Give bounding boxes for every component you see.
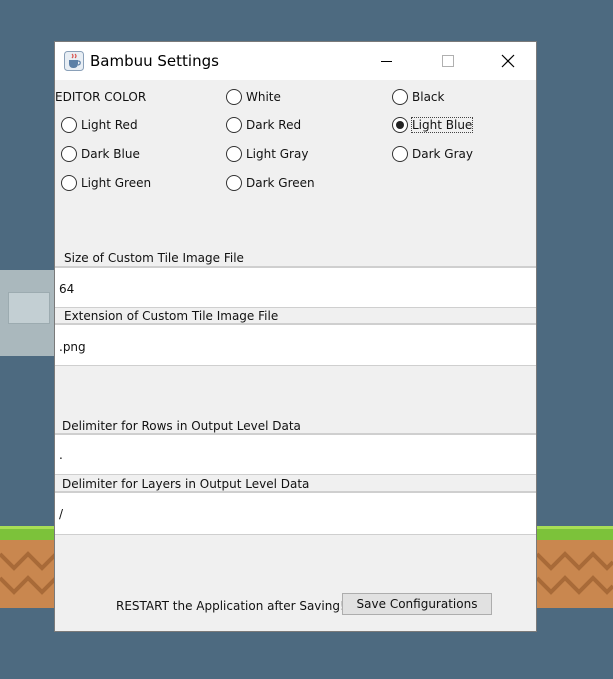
radio-label: Dark Green — [246, 176, 315, 190]
title-bar[interactable]: Bambuu Settings — [55, 42, 536, 80]
minimize-button[interactable] — [365, 42, 411, 80]
tile-extension-value: .png — [59, 340, 86, 354]
row-delimiter-field[interactable]: . — [55, 433, 536, 475]
tile-extension-label: Extension of Custom Tile Image File — [64, 309, 279, 323]
radio-circle — [61, 117, 77, 133]
layer-delimiter-field[interactable]: / — [55, 491, 536, 535]
radio-circle — [61, 146, 77, 162]
radio-circle — [226, 175, 242, 191]
background-block-tile — [0, 270, 56, 356]
radio-label: Black — [412, 90, 445, 104]
radio-circle — [226, 146, 242, 162]
tile-extension-field[interactable]: .png — [55, 323, 536, 366]
close-button[interactable] — [485, 42, 531, 80]
editor-color-heading: EDITOR COLOR — [55, 90, 147, 104]
settings-window: Bambuu Settings EDITOR COLOR White Black… — [54, 41, 537, 632]
restart-note: RESTART the Application after Saving! — [116, 599, 345, 613]
tile-size-label: Size of Custom Tile Image File — [64, 251, 244, 265]
radio-label: Light Red — [81, 118, 138, 132]
row-delimiter-value: . — [59, 448, 63, 462]
radio-label: Dark Red — [246, 118, 302, 132]
background-ground-left — [0, 526, 56, 608]
radio-label: Light Blue — [410, 117, 474, 133]
radio-selected-dot — [396, 121, 404, 129]
radio-label: Light Gray — [246, 147, 309, 161]
radio-label: Dark Blue — [81, 147, 140, 161]
background-ground-right — [537, 526, 613, 608]
radio-circle — [226, 89, 242, 105]
close-icon — [501, 54, 515, 68]
save-configurations-button[interactable]: Save Configurations — [342, 593, 492, 615]
layer-delimiter-value: / — [59, 507, 64, 521]
java-cup-icon — [64, 51, 84, 71]
radio-label: Dark Gray — [412, 147, 473, 161]
maximize-icon — [442, 55, 454, 67]
radio-circle — [392, 89, 408, 105]
tile-size-value: 64 — [59, 282, 75, 296]
radio-circle — [392, 117, 408, 133]
radio-label: Light Green — [81, 176, 152, 190]
radio-circle — [226, 117, 242, 133]
window-title: Bambuu Settings — [90, 52, 219, 70]
row-delimiter-label: Delimiter for Rows in Output Level Data — [62, 419, 301, 433]
radio-circle — [392, 146, 408, 162]
layer-delimiter-label: Delimiter for Layers in Output Level Dat… — [62, 477, 310, 491]
maximize-button — [425, 42, 471, 80]
tile-size-field[interactable]: 64 — [55, 266, 536, 308]
radio-label: White — [246, 90, 281, 104]
minimize-icon — [381, 61, 392, 62]
radio-circle — [61, 175, 77, 191]
